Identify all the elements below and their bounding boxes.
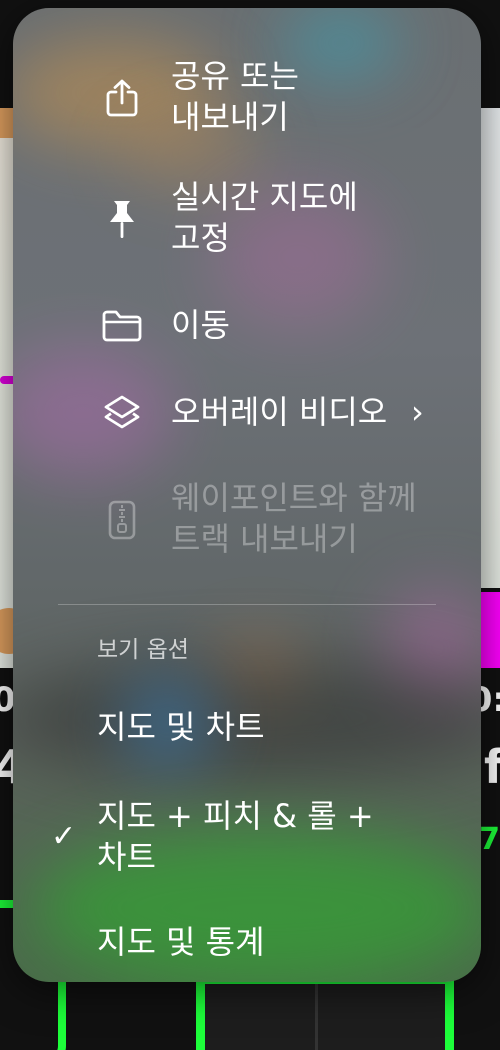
view-option-map-stats-label: 지도 및 통계 (97, 923, 265, 961)
background-magenta-panel (478, 592, 500, 668)
zip-file-icon (101, 499, 143, 541)
menu-divider (58, 604, 436, 605)
share-export-label-2: 내보내기 (171, 98, 289, 136)
view-option-map-pitch-roll-chart[interactable]: ✓ 지도 + 피치 & 롤 + 차트 (13, 796, 481, 880)
view-option-pitch-roll-label-2: 차트 (97, 838, 156, 876)
view-option-map-chart-label: 지도 및 차트 (97, 708, 265, 746)
view-options-header: 보기 옵션 (97, 637, 189, 663)
move-item[interactable]: 이동 (13, 305, 481, 346)
pin-to-live-map-item[interactable]: 실시간 지도에 고정 (13, 177, 481, 261)
background-right-value-2: f (483, 740, 500, 794)
pin-label-2: 고정 (171, 219, 230, 257)
overlay-video-label: 오버레이 비디오 (171, 393, 388, 431)
view-option-pitch-roll-label-1: 지도 + 피치 & 롤 + (97, 797, 374, 835)
background-gauge-center (196, 975, 454, 1050)
export-track-label-1: 웨이포인트와 함께 (171, 479, 417, 517)
pin-label-1: 실시간 지도에 (171, 178, 358, 216)
share-export-label-1: 공유 또는 (171, 57, 299, 95)
checkmark-icon: ✓ (51, 819, 77, 854)
overlay-video-item[interactable]: 오버레이 비디오 › (13, 392, 481, 433)
folder-icon (101, 305, 143, 347)
export-track-label-2: 트랙 내보내기 (171, 520, 358, 558)
view-option-map-stats[interactable]: 지도 및 통계 (13, 922, 481, 963)
context-menu: 공유 또는 내보내기 실시간 지도에 고정 이동 오버레이 비디오 › 웨이포인… (13, 8, 481, 982)
pin-icon (101, 198, 143, 240)
move-label: 이동 (171, 306, 230, 344)
layers-icon (101, 392, 143, 434)
share-icon (101, 77, 143, 119)
chevron-right-icon: › (411, 393, 424, 431)
share-export-item[interactable]: 공유 또는 내보내기 (13, 56, 481, 140)
export-track-waypoints-item: 웨이포인트와 함께 트랙 내보내기 (13, 478, 481, 562)
view-option-map-chart[interactable]: 지도 및 차트 (13, 707, 481, 748)
